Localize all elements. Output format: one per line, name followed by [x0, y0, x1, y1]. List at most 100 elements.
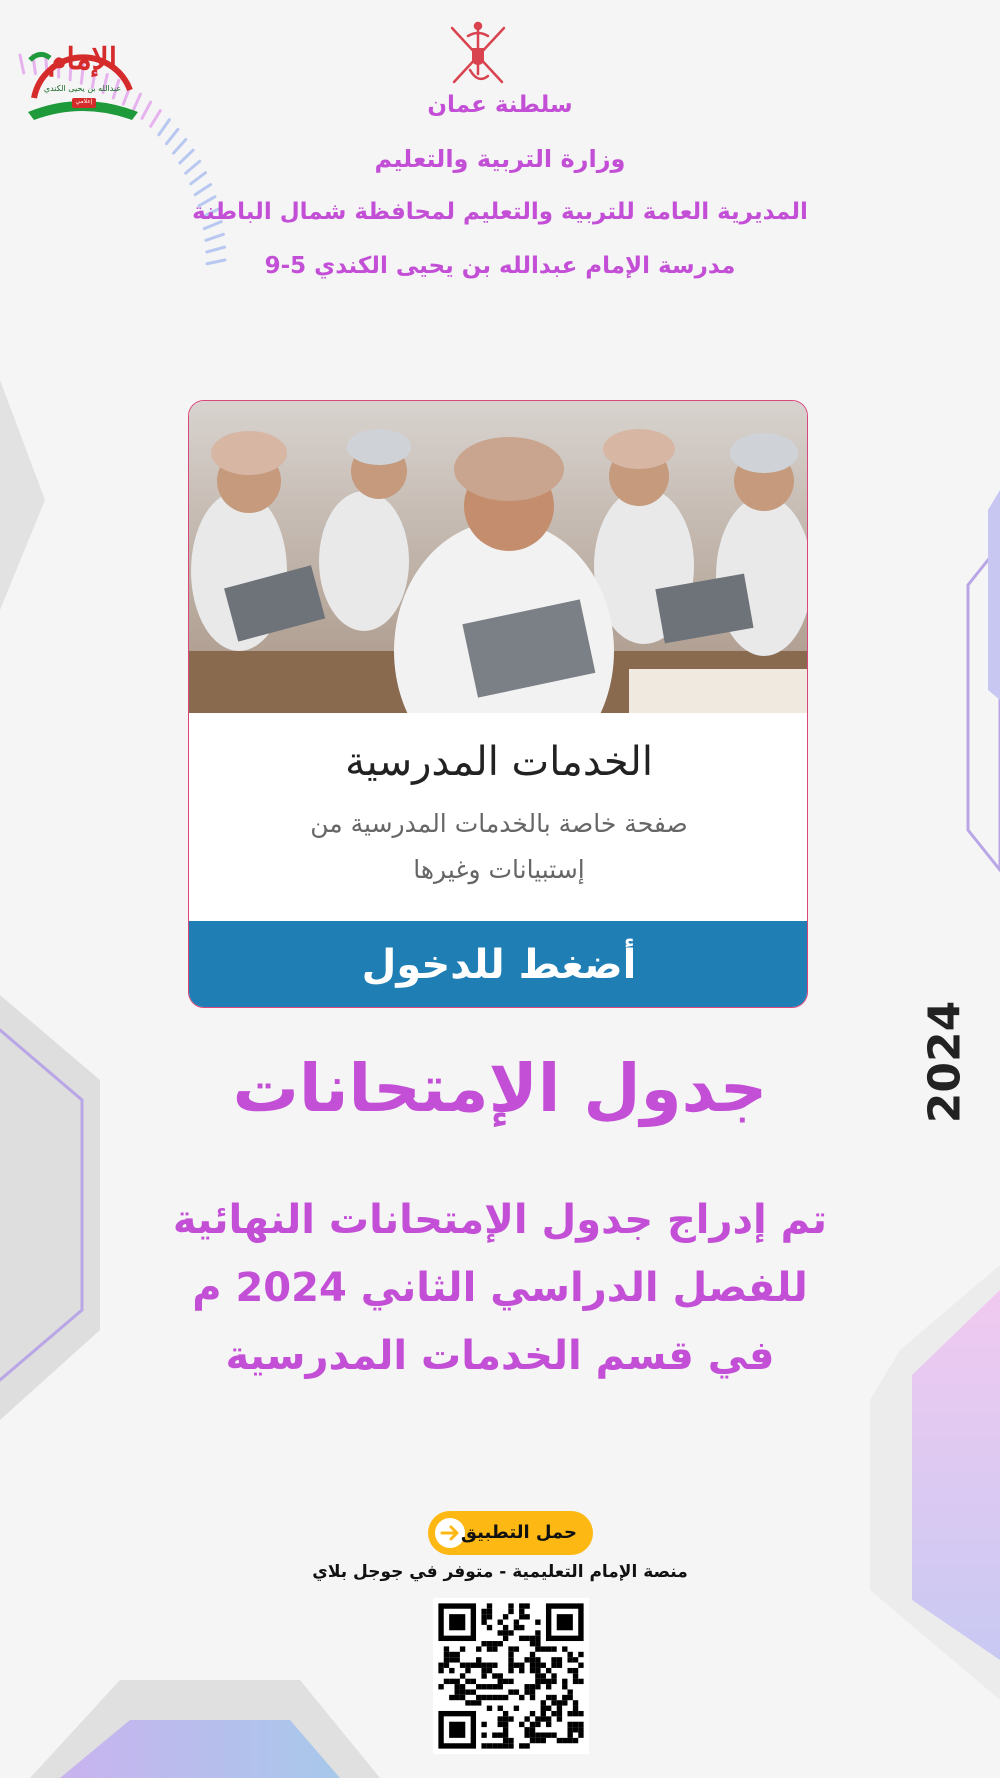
qr-module	[556, 1710, 563, 1717]
qr-module	[567, 1694, 573, 1701]
qr-module	[535, 1732, 541, 1738]
qr-module	[513, 1624, 520, 1631]
qr-module	[562, 1678, 568, 1685]
qr-module	[486, 1614, 493, 1620]
qr-module	[486, 1667, 493, 1674]
qr-module	[454, 1694, 460, 1701]
qr-module	[497, 1641, 503, 1647]
qr-module	[529, 1694, 536, 1701]
qr-module	[524, 1743, 530, 1749]
qr-module	[492, 1646, 498, 1652]
qr-module	[578, 1651, 584, 1658]
qr-module	[438, 1667, 444, 1674]
qr-module	[513, 1689, 520, 1695]
qr-module	[502, 1624, 509, 1631]
qr-module	[535, 1635, 541, 1642]
card-description: صفحة خاصة بالخدمات المدرسية من إستبيانات…	[310, 809, 688, 884]
qr-module	[545, 1705, 552, 1711]
qr-module	[481, 1732, 487, 1738]
qr-module	[438, 1684, 444, 1690]
qr-module	[497, 1743, 503, 1749]
arc-dash	[193, 183, 213, 197]
qr-module	[508, 1646, 514, 1652]
qr-module	[562, 1694, 568, 1701]
qr-module	[454, 1684, 460, 1690]
qr-module	[545, 1694, 552, 1701]
qr-module	[567, 1657, 573, 1663]
qr-module	[529, 1641, 536, 1647]
qr-module	[497, 1619, 503, 1625]
qr-module	[497, 1716, 503, 1722]
qr-module	[486, 1646, 493, 1652]
qr-module	[578, 1732, 584, 1738]
qr-module	[465, 1700, 471, 1706]
qr-code[interactable]	[433, 1598, 589, 1754]
qr-module	[545, 1684, 552, 1690]
qr-module	[556, 1737, 563, 1744]
qr-module	[502, 1721, 509, 1728]
qr-module	[497, 1694, 503, 1701]
qr-module	[540, 1732, 546, 1738]
qr-module	[459, 1646, 466, 1652]
qr-module	[535, 1673, 541, 1679]
qr-module	[524, 1727, 530, 1733]
qr-module	[508, 1737, 514, 1744]
enter-button[interactable]: أضغط للدخول	[189, 921, 807, 1007]
qr-module	[481, 1694, 487, 1701]
qr-module	[513, 1646, 520, 1652]
qr-module	[476, 1694, 482, 1701]
qr-module	[529, 1689, 536, 1695]
announcement-text: تم إدراج جدول الإمتحانات النهائية للفصل …	[150, 1186, 850, 1390]
qr-module	[508, 1630, 514, 1636]
qr-module	[545, 1721, 552, 1728]
qr-module	[551, 1710, 557, 1717]
qr-module	[540, 1662, 546, 1668]
qr-module	[562, 1646, 568, 1652]
qr-module	[572, 1667, 579, 1674]
qr-module	[465, 1662, 471, 1668]
qr-module	[481, 1608, 487, 1615]
qr-module	[502, 1710, 509, 1717]
qr-module	[572, 1700, 579, 1706]
qr-module	[545, 1716, 552, 1722]
qr-module	[567, 1710, 573, 1717]
qr-module	[513, 1705, 520, 1711]
qr-module	[454, 1657, 460, 1663]
qr-module	[540, 1673, 546, 1679]
qr-module	[502, 1716, 509, 1722]
qr-module	[524, 1716, 530, 1722]
qr-module	[497, 1732, 503, 1738]
school-title: مدرسة الإمام عبدالله بن يحيى الكندي 5-9	[264, 253, 736, 279]
qr-module	[524, 1603, 530, 1609]
logo-main-text: الإمام	[47, 42, 118, 77]
qr-module	[502, 1614, 509, 1620]
qr-module	[459, 1673, 466, 1679]
qr-module	[524, 1657, 530, 1663]
qr-module	[502, 1727, 509, 1733]
qr-module	[492, 1641, 498, 1647]
qr-module	[562, 1684, 568, 1690]
qr-module	[529, 1732, 536, 1738]
qr-module	[502, 1743, 509, 1749]
qr-module	[508, 1662, 514, 1668]
country-title: سلطنة عمان	[427, 92, 573, 118]
qr-module	[545, 1667, 552, 1674]
qr-module	[465, 1689, 471, 1695]
qr-module	[454, 1678, 460, 1685]
qr-module	[492, 1743, 498, 1749]
qr-module	[545, 1732, 552, 1738]
qr-module	[578, 1727, 584, 1733]
qr-module	[578, 1678, 584, 1685]
qr-module	[454, 1689, 460, 1695]
qr-module	[476, 1684, 482, 1690]
qr-module	[540, 1737, 546, 1744]
qr-module	[492, 1662, 498, 1668]
students-photo	[189, 401, 807, 713]
school-services-card[interactable]: الخدمات المدرسية صفحة خاصة بالخدمات المد…	[188, 400, 808, 1008]
qr-module	[519, 1635, 525, 1642]
download-app-button[interactable]: حمل التطبيق	[428, 1511, 593, 1555]
qr-module	[551, 1678, 557, 1685]
qr-module	[454, 1651, 460, 1658]
qr-module	[529, 1727, 536, 1733]
qr-module	[529, 1662, 536, 1668]
